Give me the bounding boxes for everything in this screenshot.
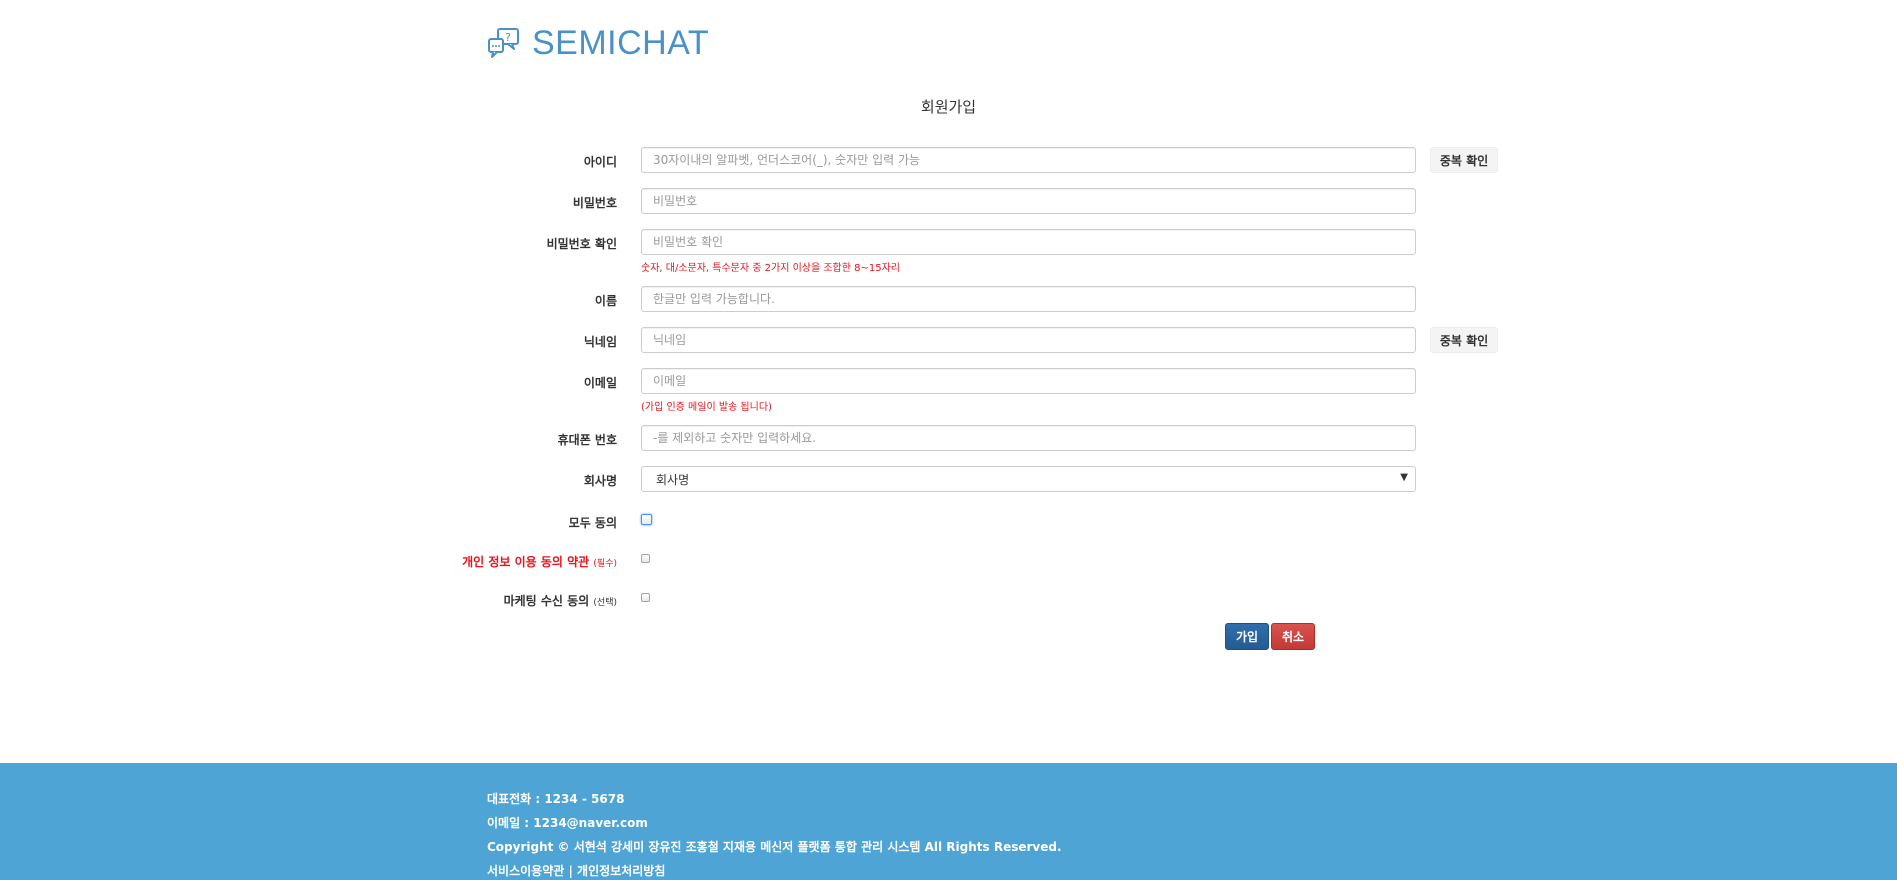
company-label: 회사명 — [583, 474, 617, 488]
caret-down-icon: ▼ — [1400, 472, 1408, 483]
brand-logo[interactable]: ? SEMICHAT — [486, 24, 709, 63]
chat-bubbles-icon: ? — [488, 27, 519, 58]
agree-privacy-checkbox[interactable] — [641, 554, 650, 563]
cancel-button[interactable]: 취소 — [1271, 623, 1315, 650]
page-title: 회원가입 — [920, 98, 977, 116]
company-selected-value: 회사명 — [656, 472, 690, 487]
privacy-policy-link[interactable]: 개인정보처리방침 — [577, 864, 665, 878]
email-input[interactable] — [641, 368, 1416, 394]
email-verification-hint: (가입 인증 메일이 발송 됩니다) — [641, 402, 772, 413]
agree-privacy-label: 개인 정보 이용 동의 약관 (필수) — [462, 553, 617, 570]
terms-link[interactable]: 서비스이용약관 — [487, 864, 564, 878]
password-rule-hint: 숫자, 대/소문자, 특수문자 중 2가지 이상을 조합한 8~15자리 — [641, 263, 901, 274]
nickname-input[interactable] — [641, 327, 1416, 353]
optional-tag: (선택) — [593, 598, 617, 608]
password-confirm-input[interactable] — [641, 229, 1416, 255]
agree-all-checkbox[interactable] — [641, 514, 652, 525]
phone-label: 휴대폰 번호 — [557, 433, 617, 447]
agree-marketing-label: 마케팅 수신 동의 (선택) — [504, 592, 617, 609]
phone-input[interactable] — [641, 425, 1416, 451]
id-label: 아이디 — [583, 155, 617, 169]
footer-links: 서비스이용약관 | 개인정보처리방침 — [487, 862, 665, 879]
join-button[interactable]: 가입 — [1225, 623, 1269, 650]
agree-all-label: 모두 동의 — [568, 516, 617, 530]
footer-email: 이메일 : 1234@naver.com — [487, 816, 648, 830]
id-input[interactable] — [641, 147, 1416, 173]
id-duplicate-check-button[interactable]: 중복 확인 — [1430, 147, 1498, 173]
password-input[interactable] — [641, 188, 1416, 214]
agree-marketing-checkbox[interactable] — [641, 593, 650, 602]
agree-privacy-text: 개인 정보 이용 동의 약관 — [462, 555, 590, 569]
footer-phone: 대표전화 : 1234 - 5678 — [487, 792, 625, 806]
brand-name: SEMICHAT — [532, 24, 710, 62]
password-confirm-label: 비밀번호 확인 — [546, 237, 617, 251]
name-input[interactable] — [641, 286, 1416, 312]
footer-separator: | — [568, 864, 573, 878]
svg-text:?: ? — [505, 31, 511, 44]
nickname-duplicate-check-button[interactable]: 중복 확인 — [1430, 327, 1498, 353]
email-label: 이메일 — [583, 376, 617, 390]
password-label: 비밀번호 — [572, 196, 617, 210]
agree-marketing-text: 마케팅 수신 동의 — [503, 594, 590, 608]
footer: 대표전화 : 1234 - 5678 이메일 : 1234@naver.com … — [0, 763, 1897, 880]
required-tag: (필수) — [593, 559, 617, 569]
nickname-label: 닉네임 — [583, 335, 617, 349]
name-label: 이름 — [594, 294, 617, 308]
company-select[interactable]: 회사명 ▼ — [641, 466, 1416, 492]
footer-copyright: Copyright © 서현석 강세미 장유진 조홍철 지재용 메신저 플랫폼 … — [487, 840, 1062, 854]
